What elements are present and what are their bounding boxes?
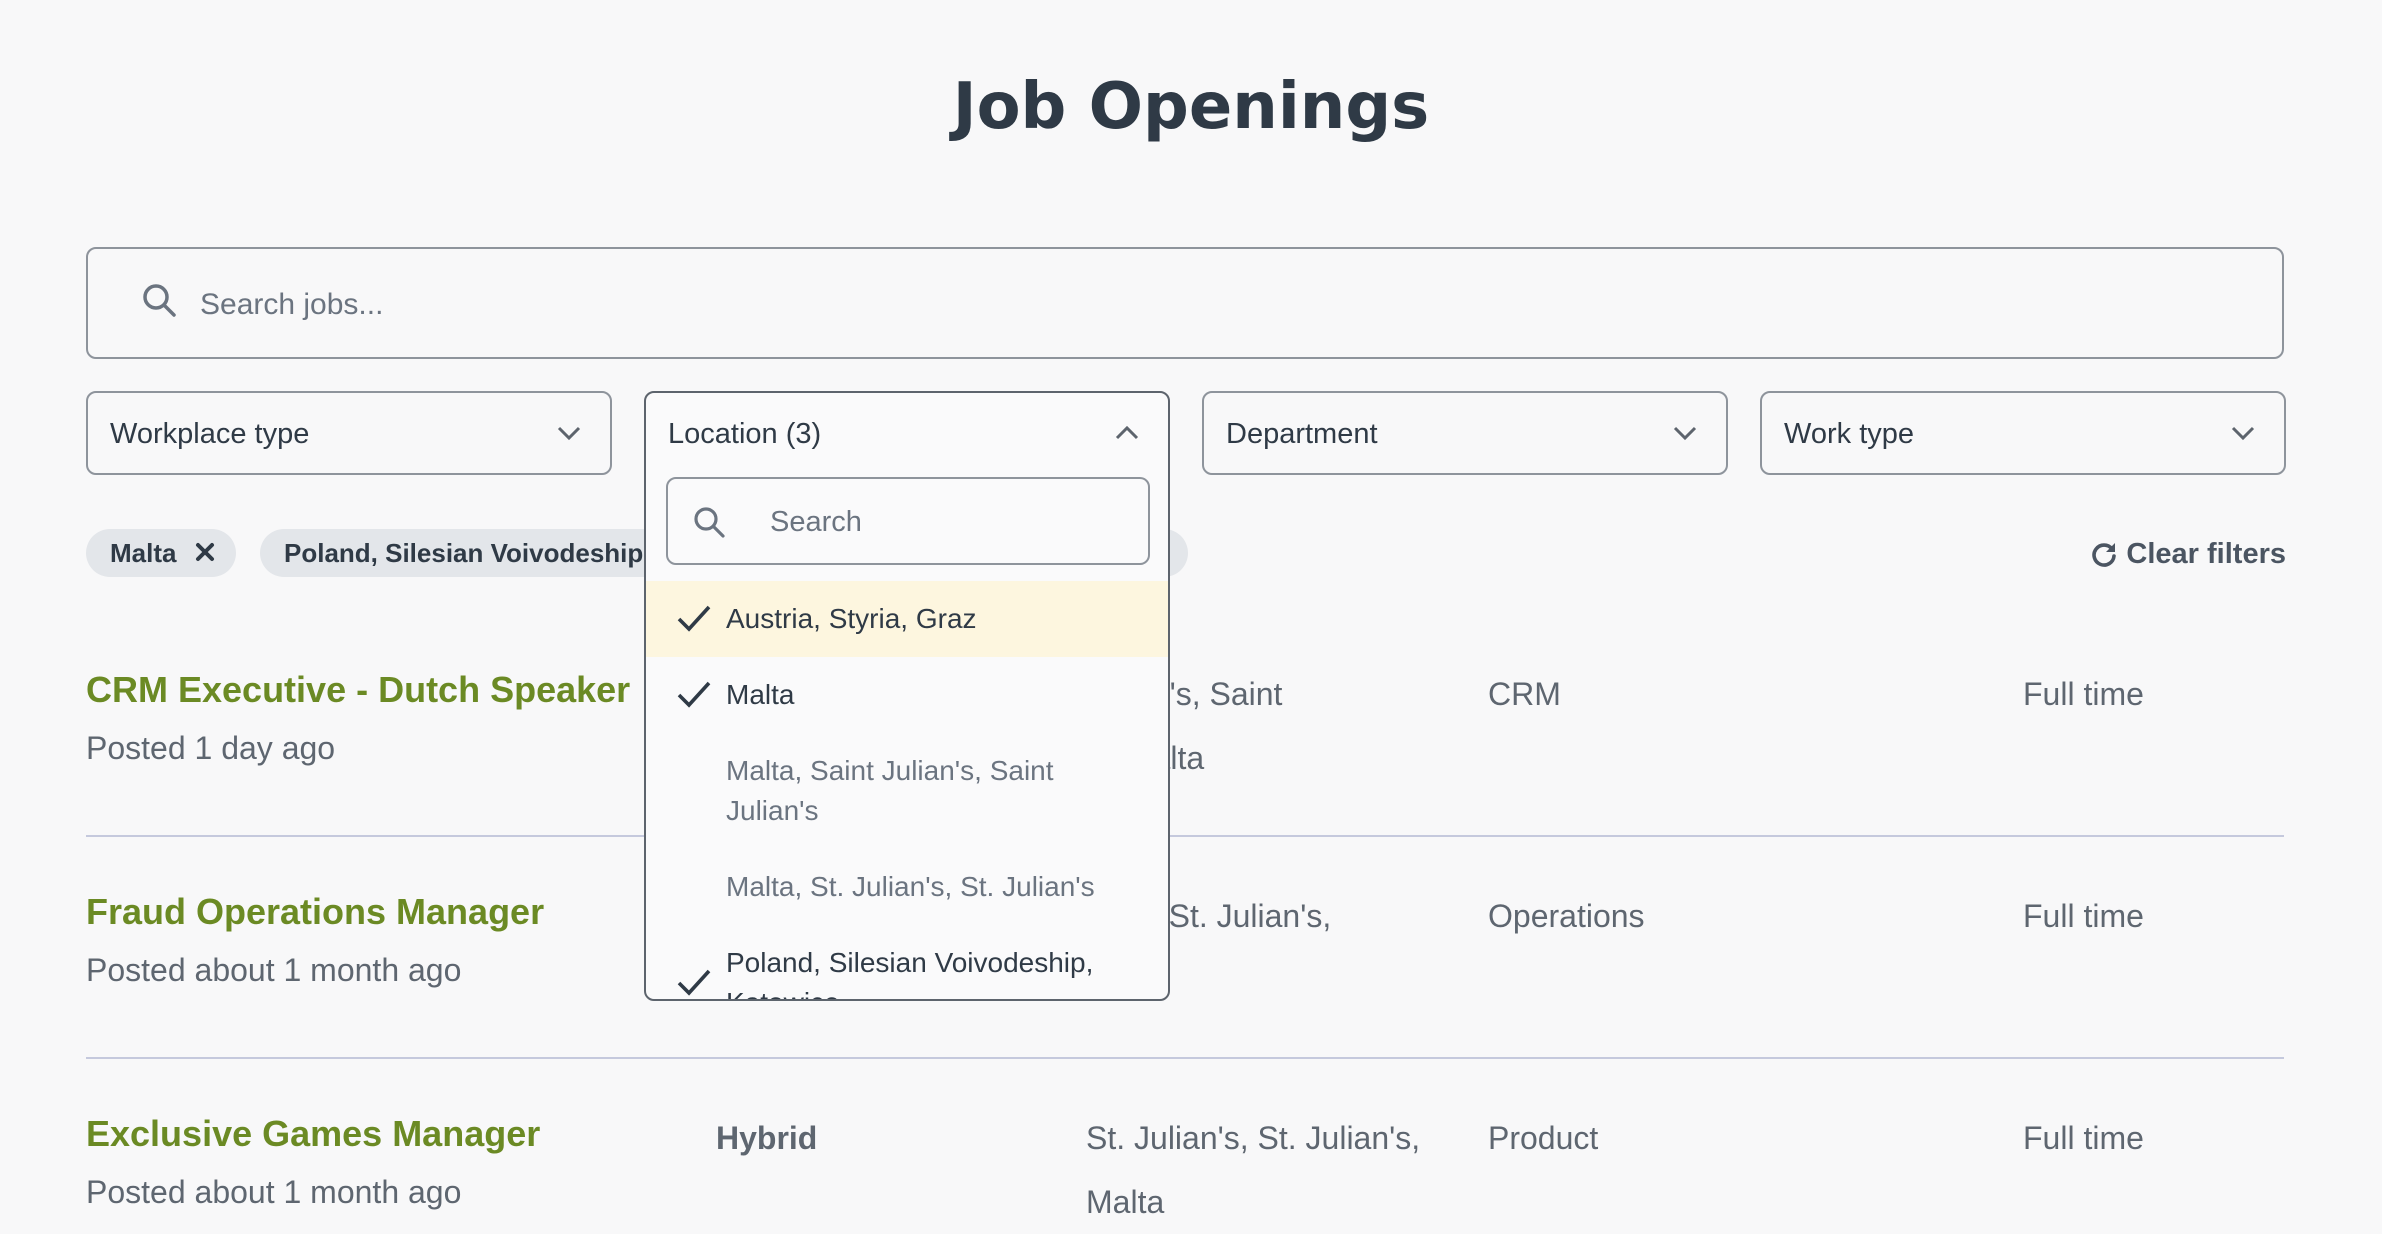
chevron-down-icon [557, 426, 581, 441]
filter-chip-label: Malta [110, 538, 177, 568]
location-option[interactable]: Poland, Silesian Voivodeship, Katowice [646, 925, 1168, 999]
work-type-filter[interactable]: Work type [1760, 391, 2286, 475]
job-location: St. Julian's, St. Julian's, Malta [1086, 1106, 1446, 1234]
close-icon[interactable] [194, 541, 216, 563]
workplace-type-label: Workplace type [110, 418, 310, 450]
job-title-link[interactable]: Fraud Operations Manager [86, 890, 544, 934]
location-option[interactable]: Malta, Saint Julian's, Saint Julian's [646, 733, 1168, 849]
chevron-down-icon [1673, 426, 1697, 441]
location-search-box[interactable] [666, 477, 1150, 565]
location-option-label: Malta, St. Julian's, St. Julian's [726, 871, 1095, 902]
location-option-label: Malta [726, 679, 795, 710]
search-icon [694, 507, 725, 538]
check-icon [677, 681, 711, 708]
job-posted-date: Posted about 1 month ago [86, 952, 462, 988]
department-filter-label: Department [1226, 418, 1378, 450]
filter-chip-malta: Malta [86, 529, 236, 577]
location-option[interactable]: Malta, St. Julian's, St. Julian's [646, 849, 1168, 925]
location-option[interactable]: Austria, Styria, Graz [646, 581, 1168, 657]
job-work-type: Full time [2023, 898, 2144, 934]
location-option-label: Malta, Saint Julian's, Saint Julian's [726, 755, 1054, 826]
location-option[interactable]: Malta [646, 657, 1168, 733]
job-work-type: Full time [2023, 1120, 2144, 1156]
job-posted-date: Posted about 1 month ago [86, 1174, 462, 1210]
row-divider [86, 1057, 2284, 1059]
job-title-link[interactable]: Exclusive Games Manager [86, 1112, 540, 1156]
location-option-label: Poland, Silesian Voivodeship, Katowice [726, 947, 1094, 999]
location-filter-label: Location (3) [668, 418, 822, 450]
location-filter[interactable]: Location (3) Austria, Styria, Graz Malta… [644, 391, 1170, 1001]
job-search-input[interactable] [198, 269, 2242, 341]
page-title: Job Openings [952, 70, 1430, 144]
job-work-type: Full time [2023, 676, 2144, 712]
job-workplace: Hybrid [716, 1120, 818, 1156]
check-icon [677, 969, 711, 996]
location-search-input[interactable] [768, 495, 1132, 549]
work-type-filter-label: Work type [1784, 418, 1915, 450]
location-options-list[interactable]: Austria, Styria, Graz Malta Malta, Saint… [646, 581, 1168, 999]
clear-filters-button[interactable]: Clear filters [2090, 536, 2286, 572]
chevron-down-icon [2231, 426, 2255, 441]
job-department: CRM [1488, 676, 1561, 712]
workplace-type-filter[interactable]: Workplace type [86, 391, 612, 475]
job-location-line: St. Julian's, St. Julian's, [1086, 1120, 1421, 1156]
refresh-icon [2092, 543, 2117, 567]
job-search-box[interactable] [86, 247, 2284, 359]
check-icon [677, 605, 711, 632]
search-icon [143, 284, 176, 317]
chevron-up-icon[interactable] [1114, 423, 1140, 443]
job-title-link[interactable]: CRM Executive - Dutch Speaker [86, 668, 630, 712]
row-divider [86, 835, 2284, 837]
job-posted-date: Posted 1 day ago [86, 730, 336, 766]
clear-filters-label: Clear filters [2126, 538, 2286, 570]
location-option-label: Austria, Styria, Graz [726, 603, 977, 634]
job-department: Product [1488, 1120, 1599, 1156]
department-filter[interactable]: Department [1202, 391, 1728, 475]
job-department: Operations [1488, 898, 1645, 934]
job-location-line: Malta [1086, 1184, 1165, 1220]
